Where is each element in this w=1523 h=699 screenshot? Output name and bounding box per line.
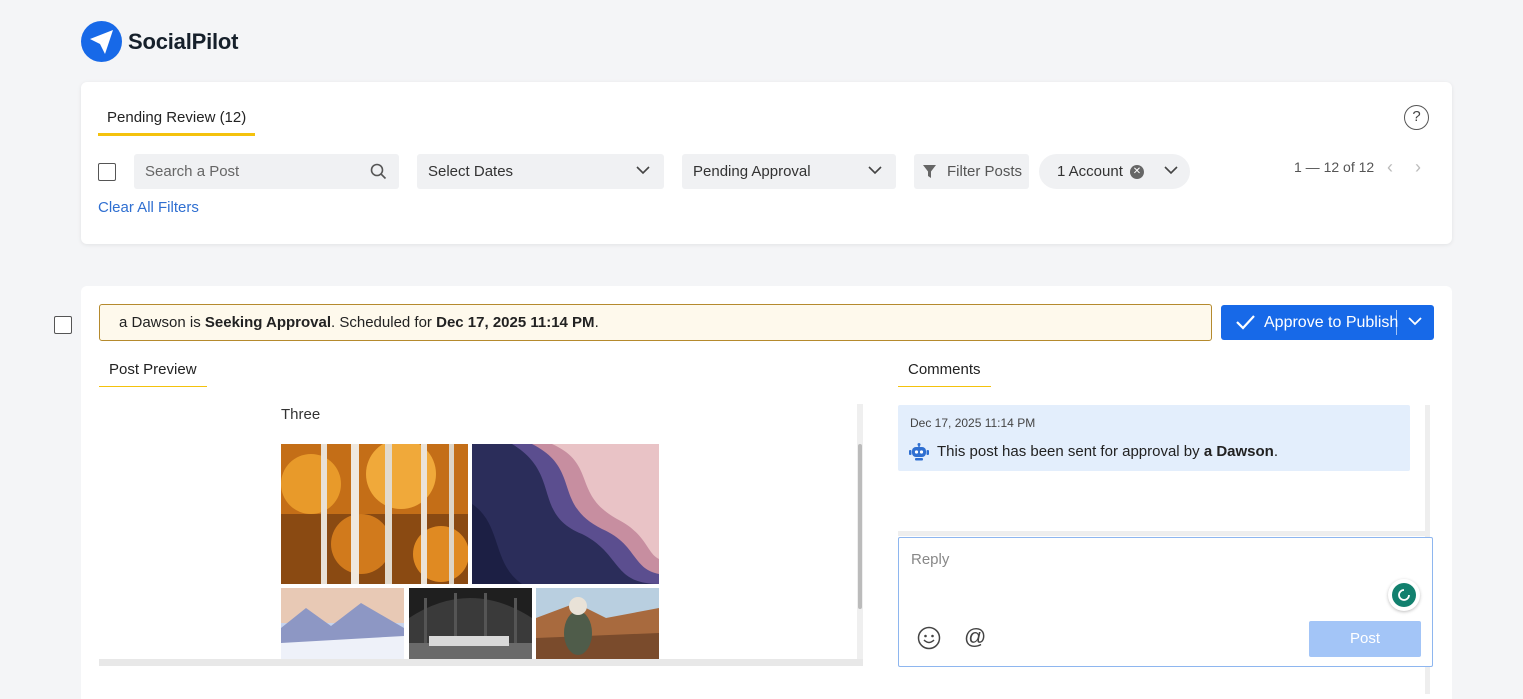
scheduled-date: Dec 17, 2025 11:14 PM <box>436 314 595 331</box>
post-select-checkbox[interactable] <box>54 316 72 334</box>
slot-canyon-image <box>472 444 659 584</box>
clear-all-filters-link[interactable]: Clear All Filters <box>98 199 199 216</box>
preview-horizontal-scrollbar[interactable] <box>99 659 863 666</box>
approve-to-publish-button[interactable]: Approve to Publish <box>1221 305 1434 340</box>
search-icon[interactable] <box>370 163 387 180</box>
approval-status-banner: a Dawson is Seeking Approval. Scheduled … <box>99 304 1212 341</box>
autumn-forest-image <box>281 444 468 584</box>
comments-divider <box>898 531 1430 536</box>
search-box <box>134 154 399 189</box>
status-select[interactable]: Pending Approval <box>682 154 896 189</box>
tab-comments[interactable]: Comments <box>898 359 991 387</box>
account-select-label: 1 Account <box>1057 163 1123 180</box>
comment-text-suffix: . <box>1273 443 1279 460</box>
emoji-icon[interactable] <box>917 626 941 650</box>
status-word: Seeking Approval <box>204 314 332 331</box>
clear-account-icon[interactable]: ✕ <box>1130 165 1144 179</box>
filter-panel: Pending Review (12) ? Select Dates Pendi… <box>81 82 1452 244</box>
filter-posts-button[interactable]: Filter Posts <box>914 154 1029 189</box>
comment-text: This post has been sent for approval by … <box>937 443 1278 460</box>
chevron-down-icon <box>1164 166 1178 175</box>
reply-input[interactable] <box>899 538 1432 608</box>
approve-label: Approve to Publish <box>1264 314 1399 331</box>
filter-posts-label: Filter Posts <box>947 163 1023 180</box>
mention-icon[interactable]: @ <box>964 624 986 650</box>
button-divider <box>1396 310 1397 335</box>
chevron-down-icon <box>636 166 650 175</box>
reply-box: @ Post <box>898 537 1433 667</box>
comment-timestamp: Dec 17, 2025 11:14 PM <box>910 416 1036 430</box>
checkmark-icon <box>1236 315 1255 330</box>
grammar-assistant-badge <box>1392 583 1416 607</box>
scheduled-prefix: . Scheduled for <box>331 314 437 331</box>
train-station-image <box>409 588 532 662</box>
comment-text-prefix: This post has been sent for approval by <box>937 443 1204 460</box>
select-all-checkbox[interactable] <box>98 163 116 181</box>
comment-author: a Dawson <box>1203 443 1274 460</box>
date-select-label: Select Dates <box>428 163 514 180</box>
search-input[interactable] <box>134 154 354 189</box>
date-select[interactable]: Select Dates <box>417 154 664 189</box>
chevron-down-icon[interactable] <box>1408 316 1422 326</box>
prev-page-icon[interactable]: ‹ <box>1387 157 1393 178</box>
comment-item: Dec 17, 2025 11:14 PM This post has been… <box>898 405 1410 471</box>
tab-post-preview[interactable]: Post Preview <box>99 359 207 387</box>
funnel-icon <box>923 165 936 178</box>
logo-text: SocialPilot <box>128 28 239 54</box>
preview-vertical-scrollbar[interactable] <box>857 404 863 666</box>
author-name: a Dawson <box>119 314 186 331</box>
snowy-mountain-image <box>281 588 404 662</box>
grammar-assistant-icon[interactable] <box>1388 579 1420 611</box>
status-prefix: is <box>185 314 205 331</box>
robot-icon <box>909 443 929 461</box>
tab-pending-review[interactable]: Pending Review (12) <box>98 104 256 136</box>
help-icon[interactable]: ? <box>1404 105 1429 130</box>
desert-hiker-image <box>536 588 659 662</box>
pagination-text: 1 — 12 of 12 <box>1294 159 1375 175</box>
preview-scroll-thumb[interactable] <box>858 444 862 609</box>
post-comment-button[interactable]: Post <box>1309 621 1421 657</box>
chevron-down-icon <box>868 166 882 175</box>
paper-plane-logo-icon <box>81 21 122 62</box>
post-caption: Three <box>281 406 321 423</box>
status-select-label: Pending Approval <box>693 163 811 180</box>
account-select[interactable]: 1 Account ✕ <box>1039 154 1190 189</box>
post-card: a Dawson is Seeking Approval. Scheduled … <box>81 286 1452 699</box>
next-page-icon[interactable]: › <box>1415 157 1421 178</box>
app-logo[interactable]: SocialPilot <box>81 21 238 62</box>
post-preview: Three <box>99 404 863 666</box>
